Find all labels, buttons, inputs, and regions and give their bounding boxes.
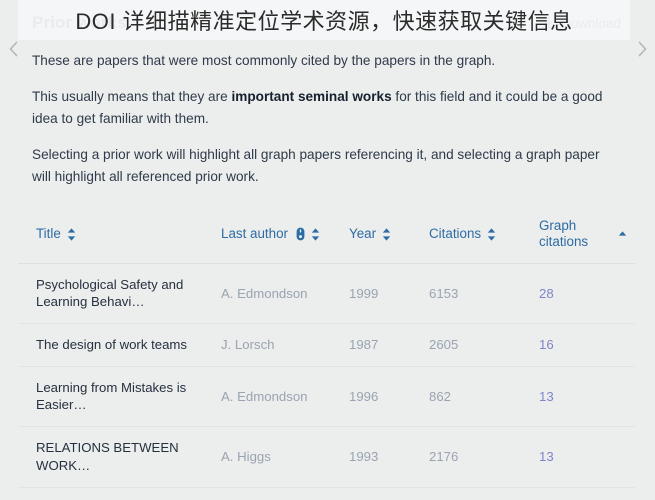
column-header-graphcit[interactable]: Graph citations	[539, 208, 635, 264]
cell-year: 1999	[349, 263, 429, 325]
cell-citations: 2176	[429, 426, 539, 488]
cell-last-author: A. Edmondson	[221, 366, 349, 428]
table-row[interactable]: The design of work teams J. Lorsch 1987 260…	[18, 323, 635, 367]
cell-title: RELATIONS BETWEEN WORK…	[18, 426, 221, 488]
table-body: Psychological Safety and Learning Behavi…	[18, 263, 635, 488]
paragraph-text: Selecting a prior work will highlight al…	[32, 147, 600, 185]
column-header-year[interactable]: Year	[349, 208, 429, 264]
download-button[interactable]: Download	[541, 16, 621, 31]
cell-citations: 2605	[429, 323, 539, 367]
table-row[interactable]: Learning from Mistakes is Easier… A. Edmo…	[18, 366, 635, 428]
column-header-inner: Graph citations	[539, 218, 627, 251]
cell-graph-citations: 13	[539, 426, 635, 488]
column-header-label: Graph citations	[539, 218, 589, 250]
cell-graph-citations: 28	[539, 263, 635, 325]
cell-title: The design of work teams	[18, 323, 221, 367]
description-paragraph: These are papers that were most commonly…	[32, 50, 621, 72]
column-header-inner: Year	[349, 226, 421, 242]
sort-both-icon[interactable]	[487, 228, 496, 241]
cell-year: 1993	[349, 426, 429, 488]
column-header-title[interactable]: Title	[18, 208, 221, 264]
cell-year: 1996	[349, 366, 429, 428]
mouse-icon[interactable]	[294, 227, 305, 241]
sort-both-icon[interactable]	[67, 228, 76, 241]
panel-description: These are papers that were most commonly…	[18, 46, 635, 188]
column-header-label: Citations	[429, 226, 482, 242]
paragraph-text: These are papers that were most commonly…	[32, 53, 496, 68]
paragraph-text: This usually means that they are	[32, 89, 232, 105]
sort-asc-icon[interactable]	[618, 228, 627, 241]
description-paragraph: This usually means that they are importa…	[32, 86, 621, 130]
table-header: Title Last author Year Citations Graph citat…	[18, 208, 635, 264]
column-header-inner: Last author	[221, 226, 341, 242]
cell-last-author: A. Edmondson	[221, 263, 349, 325]
panel-header: Prior works Download	[18, 0, 635, 46]
page-title: Prior works	[32, 13, 127, 32]
download-label: Download	[560, 15, 621, 31]
prior-works-panel-screen: Prior works Download These are papers th…	[0, 0, 655, 500]
cell-citations: 862	[429, 366, 539, 428]
column-header-label: Last author	[221, 226, 288, 242]
cell-year: 1987	[349, 323, 429, 367]
description-paragraph: Selecting a prior work will highlight al…	[32, 144, 621, 188]
sort-both-icon[interactable]	[311, 228, 320, 241]
column-header-label: Title	[36, 226, 61, 242]
cell-graph-citations: 13	[539, 366, 635, 428]
cell-last-author: A. Higgs	[221, 426, 349, 488]
papers-table-container[interactable]: Title Last author Year Citations Graph citat…	[18, 208, 635, 500]
emphasis-text: important seminal works	[231, 89, 392, 105]
column-header-author[interactable]: Last author	[221, 208, 349, 264]
download-icon	[541, 16, 556, 31]
cell-citations: 6153	[429, 263, 539, 325]
prior-works-table: Title Last author Year Citations Graph citat…	[18, 208, 635, 488]
cell-title: Psychological Safety and Learning Behavi…	[18, 263, 221, 325]
column-header-inner: Citations	[429, 226, 531, 242]
chevron-left-icon[interactable]	[2, 36, 24, 62]
chevron-right-icon[interactable]	[631, 36, 653, 62]
table-row[interactable]: Psychological Safety and Learning Behavi…	[18, 263, 635, 325]
cell-title: Learning from Mistakes is Easier…	[18, 366, 221, 428]
sort-both-icon[interactable]	[382, 228, 391, 241]
column-header-cit[interactable]: Citations	[429, 208, 539, 264]
column-header-label: Year	[349, 226, 377, 242]
table-header-row: Title Last author Year Citations Graph citat…	[18, 208, 635, 264]
cell-last-author: J. Lorsch	[221, 323, 349, 367]
cell-graph-citations: 16	[539, 323, 635, 367]
panel: Prior works Download These are papers th…	[18, 0, 635, 500]
table-row[interactable]: RELATIONS BETWEEN WORK… A. Higgs 1993 2176 1…	[18, 426, 635, 488]
column-header-inner: Title	[36, 226, 213, 242]
